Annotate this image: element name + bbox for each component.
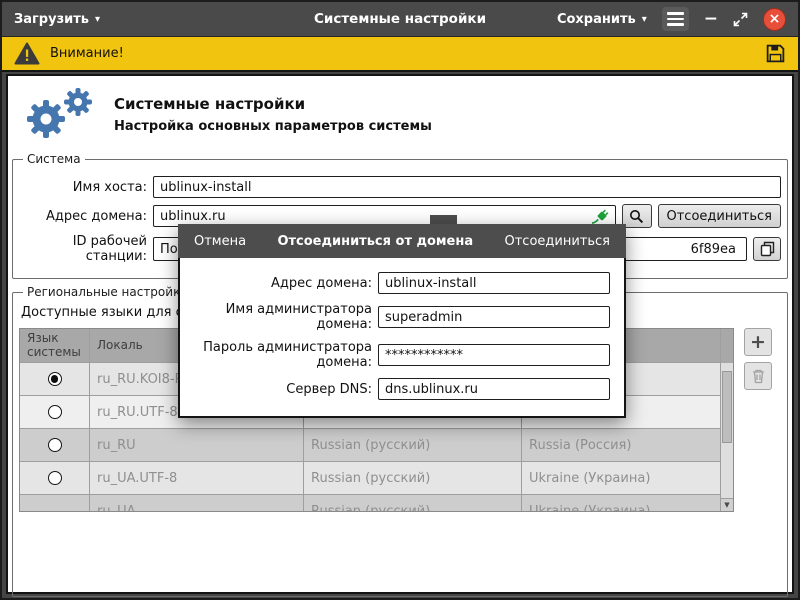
warning-label: Внимание! xyxy=(50,46,124,61)
dialog-cancel-button[interactable]: Отмена xyxy=(190,232,250,251)
save-menu-button[interactable]: Сохранить ▾ xyxy=(557,12,647,27)
locale-radio[interactable] xyxy=(48,438,62,452)
dialog-title: Отсоединиться от домена xyxy=(250,234,500,249)
hostname-input[interactable] xyxy=(153,176,781,198)
dialog-dns-label: Сервер DNS: xyxy=(180,382,372,397)
page-title: Системные настройки xyxy=(114,95,432,113)
dialog-domain-label: Адрес домена: xyxy=(180,276,372,291)
search-domain-button[interactable] xyxy=(622,204,652,228)
language-cell: Russian (русский) xyxy=(304,429,522,461)
dialog-disconnect-button[interactable]: Отсоединиться xyxy=(501,232,615,251)
dialog-password-input[interactable] xyxy=(378,344,610,366)
warning-bar: Внимание! xyxy=(2,36,798,72)
dialog-header: Отмена Отсоединиться от домена Отсоедини… xyxy=(178,224,626,258)
country-cell: Russia (Россия) xyxy=(522,429,733,461)
dialog-dns-input[interactable] xyxy=(378,378,610,400)
table-row[interactable]: ru_UA Russian (русский) Ukraine (Украина… xyxy=(20,495,733,512)
dialog-password-label: Пароль администратора домена: xyxy=(180,340,372,370)
country-cell: Ukraine (Украина) xyxy=(522,462,733,494)
page-subtitle: Настройка основных параметров системы xyxy=(114,119,432,134)
locale-cell: ru_UA.UTF-8 xyxy=(90,462,304,494)
table-row[interactable]: ru_UA.UTF-8 Russian (русский) Ukraine (У… xyxy=(20,462,733,495)
search-icon xyxy=(629,209,644,224)
add-locale-button[interactable]: + xyxy=(744,328,772,356)
connected-plug-icon xyxy=(591,208,611,224)
language-cell: Russian (русский) xyxy=(304,462,522,494)
chevron-down-icon: ▾ xyxy=(642,14,647,25)
close-button[interactable]: × xyxy=(763,8,786,31)
titlebar-controls: Сохранить ▾ − × xyxy=(557,7,786,31)
locale-radio[interactable] xyxy=(48,471,62,485)
dialog-domain-input[interactable] xyxy=(378,272,610,294)
maximize-button[interactable] xyxy=(733,12,748,27)
disconnect-dialog: Отмена Отсоединиться от домена Отсоедини… xyxy=(178,224,626,418)
system-group-legend: Система xyxy=(23,152,85,166)
load-menu-label: Загрузить xyxy=(14,12,89,27)
workstation-id-end: 6f89ea xyxy=(691,242,736,257)
maximize-icon xyxy=(733,12,748,27)
copy-icon xyxy=(760,241,775,257)
table-row[interactable]: ru_RU Russian (русский) Russia (Россия) xyxy=(20,429,733,462)
page-header: Системные настройки Настройка основных п… xyxy=(8,78,792,146)
plus-icon: + xyxy=(750,333,766,352)
save-menu-label: Сохранить xyxy=(557,12,636,27)
dialog-admin-input[interactable] xyxy=(378,306,610,328)
hostname-label: Имя хоста: xyxy=(19,180,147,195)
header-system-language: Язык системы xyxy=(20,329,90,362)
save-file-button[interactable] xyxy=(765,43,786,64)
locale-radio[interactable] xyxy=(48,372,62,386)
scrollbar-thumb[interactable] xyxy=(722,371,732,443)
locale-cell: ru_RU xyxy=(90,429,304,461)
gears-icon xyxy=(18,86,98,142)
locale-cell: ru_UA xyxy=(90,495,304,512)
country-cell: Ukraine (Украина) xyxy=(522,495,733,512)
minimize-button[interactable]: − xyxy=(704,9,718,29)
close-icon: × xyxy=(769,11,781,27)
scrollbar-down-arrow[interactable]: ▼ xyxy=(721,498,733,511)
floppy-icon xyxy=(765,43,786,64)
trash-icon xyxy=(751,368,766,384)
chevron-down-icon: ▾ xyxy=(95,14,100,25)
hamburger-menu-button[interactable] xyxy=(662,7,689,31)
language-cell: Russian (русский) xyxy=(304,495,522,512)
disconnect-button[interactable]: Отсоединиться xyxy=(658,204,782,228)
load-menu-button[interactable]: Загрузить ▾ xyxy=(14,12,100,27)
warning-icon xyxy=(14,42,40,65)
delete-locale-button[interactable] xyxy=(744,362,772,390)
app-window: Загрузить ▾ Системные настройки Сохранит… xyxy=(0,0,800,600)
domain-label: Адрес домена: xyxy=(19,209,147,224)
table-scrollbar[interactable]: ▼ xyxy=(720,329,733,511)
workstation-id-label: ID рабочей станции: xyxy=(19,234,147,264)
locale-radio[interactable] xyxy=(48,405,62,419)
regional-group-legend: Региональные настройки xyxy=(23,285,192,299)
copy-id-button[interactable] xyxy=(753,237,781,261)
titlebar: Загрузить ▾ Системные настройки Сохранит… xyxy=(2,2,798,36)
hamburger-icon xyxy=(667,12,684,15)
dialog-admin-label: Имя администратора домена: xyxy=(180,302,372,332)
dialog-body: Адрес домена: Имя администратора домена:… xyxy=(178,258,626,418)
